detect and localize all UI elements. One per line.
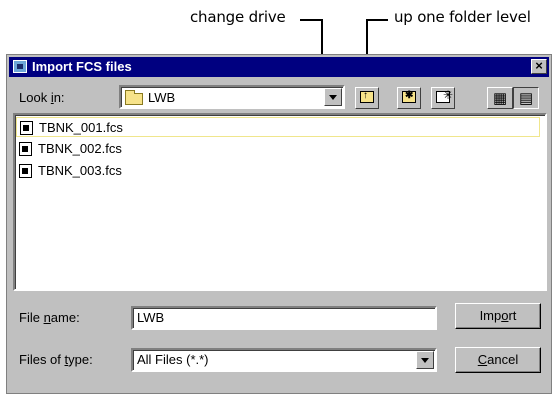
file-type-dropdown[interactable]: All Files (*.*) xyxy=(131,348,437,372)
fcs-file-icon xyxy=(20,121,33,135)
fcs-file-icon xyxy=(19,164,32,178)
file-list[interactable]: TBNK_001.fcs TBNK_002.fcs TBNK_003.fcs xyxy=(13,113,547,291)
import-button[interactable]: Import xyxy=(455,303,541,329)
list-item[interactable]: TBNK_001.fcs xyxy=(16,117,540,137)
chevron-down-icon[interactable] xyxy=(416,351,434,369)
look-in-value: LWB xyxy=(148,90,176,105)
file-name-input[interactable]: LWB xyxy=(131,306,437,330)
cancel-button[interactable]: Cancel xyxy=(455,347,541,373)
details-view-button[interactable]: ▤ xyxy=(513,87,539,109)
up-one-level-button[interactable]: ↑ xyxy=(355,87,379,109)
fcs-file-icon xyxy=(19,142,32,156)
up-folder-icon: ↑ xyxy=(360,90,374,103)
list-view-button[interactable]: ▦ xyxy=(487,87,513,109)
file-type-value: All Files (*.*) xyxy=(137,352,209,367)
dialog-title: Import FCS files xyxy=(32,59,132,74)
change-drive-callout: change drive xyxy=(190,8,286,26)
close-button[interactable]: × xyxy=(531,59,547,74)
desktop-button[interactable]: ✱ xyxy=(397,87,421,109)
new-folder-button[interactable]: ✳ xyxy=(431,87,455,109)
up-one-level-callout: up one folder level xyxy=(394,8,531,26)
change-drive-leader-h xyxy=(300,19,323,21)
desktop-icon: ✱ xyxy=(402,90,416,103)
file-name-label: File name: xyxy=(19,310,80,325)
file-name: TBNK_003.fcs xyxy=(38,163,122,178)
file-type-label: Files of type: xyxy=(19,352,93,367)
look-in-label: Look in: xyxy=(19,90,65,105)
file-name: TBNK_002.fcs xyxy=(38,141,122,156)
app-icon xyxy=(13,60,27,73)
details-view-icon: ▤ xyxy=(519,90,534,107)
title-bar: Import FCS files × xyxy=(9,57,549,77)
chevron-down-icon[interactable] xyxy=(324,88,342,106)
look-in-dropdown[interactable]: LWB xyxy=(119,85,345,109)
folder-icon xyxy=(125,90,143,105)
import-fcs-dialog: Import FCS files × Look in: LWB ↑ ✱ ✳ ▦ … xyxy=(6,54,552,394)
list-view-icon: ▦ xyxy=(493,90,508,107)
up-one-level-leader-h xyxy=(366,19,388,21)
file-name: TBNK_001.fcs xyxy=(39,120,123,135)
